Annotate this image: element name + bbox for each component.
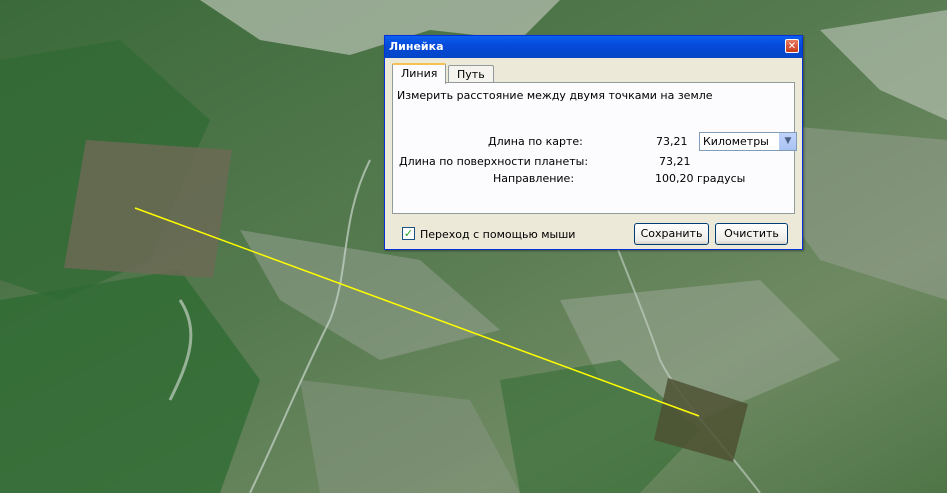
save-button[interactable]: Сохранить [634,223,709,245]
units-select[interactable]: Километры ▼ [699,132,797,151]
mouse-nav-label: Переход с помощью мыши [420,228,576,241]
tab-line[interactable]: Линия [392,63,447,84]
window-title: Линейка [389,40,444,53]
close-icon: ✕ [787,41,797,52]
description-text: Измерить расстояние между двумя точками … [397,89,713,102]
ruler-dialog: Линейка ✕ Линия Путь Измерить расстояние… [384,35,803,250]
map-length-value: 73,21 [656,135,688,148]
units-selected-value: Километры [703,135,769,148]
tab-path[interactable]: Путь [448,65,494,83]
close-button[interactable]: ✕ [785,39,799,53]
mouse-nav-checkbox[interactable]: ✓ [402,227,415,240]
title-bar[interactable]: Линейка ✕ [385,36,802,58]
map-length-label: Длина по карте: [488,135,583,148]
chevron-down-icon[interactable]: ▼ [779,133,796,150]
checkmark-icon: ✓ [403,227,414,240]
direction-label: Направление: [493,172,575,185]
surface-length-value: 73,21 [659,155,691,168]
direction-value: 100,20 градусы [655,172,746,185]
clear-button[interactable]: Очистить [715,223,788,245]
measure-panel: Измерить расстояние между двумя точками … [392,82,797,214]
surface-length-label: Длина по поверхности планеты: [399,155,589,168]
